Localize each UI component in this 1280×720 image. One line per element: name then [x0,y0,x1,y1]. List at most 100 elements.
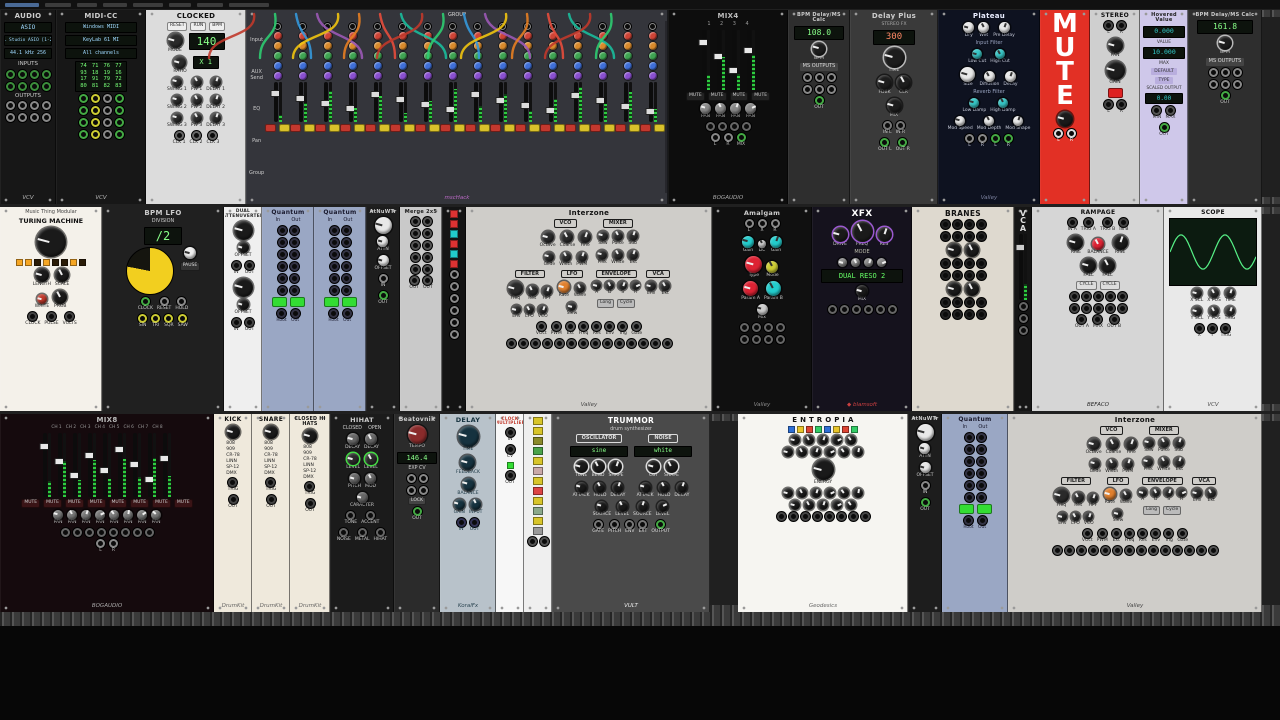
led[interactable] [43,259,50,267]
knob[interactable] [851,258,860,268]
led[interactable] [533,457,543,465]
channel-knob[interactable] [548,41,557,50]
channel-knob[interactable] [523,31,532,40]
led[interactable] [533,487,543,495]
knob[interactable] [538,305,548,315]
channel-knob[interactable] [373,71,382,80]
jack-port[interactable] [638,519,648,529]
knob[interactable] [612,230,623,241]
mixer-channel-strip[interactable] [340,22,366,191]
knob[interactable] [812,41,826,56]
knob[interactable] [303,429,317,444]
knob[interactable] [264,425,278,440]
jack-port[interactable] [1081,291,1091,301]
channel-knob[interactable] [273,51,282,60]
led[interactable] [833,426,840,434]
jack-port[interactable] [78,118,88,128]
jack-port[interactable] [814,96,824,106]
mute-button[interactable] [490,123,502,132]
indicator-button[interactable] [271,297,287,308]
fader[interactable] [99,433,111,498]
button[interactable]: RESET [167,22,188,31]
channel-knob[interactable] [298,71,307,80]
option-item[interactable]: DMX [303,475,313,480]
jack-port[interactable] [5,112,15,122]
channel-knob[interactable] [598,41,607,50]
jack-port[interactable] [618,322,628,332]
knob[interactable] [407,425,427,445]
channel-input-jack[interactable] [324,22,332,30]
jack-port[interactable] [1136,546,1146,556]
knob[interactable] [960,66,976,82]
menu-item[interactable] [5,2,39,7]
jack-port[interactable] [1082,529,1092,539]
led[interactable] [533,427,543,435]
quantum[interactable]: Quantum In Out Root Out [262,207,314,411]
jack-port[interactable] [412,507,422,517]
option-item[interactable]: 909 [303,451,312,456]
solo-button[interactable] [304,123,316,132]
fader-track[interactable] [270,81,282,122]
jack-port[interactable] [739,334,749,344]
channel-knob[interactable] [323,51,332,60]
jack-port[interactable] [84,527,94,537]
channel-knob[interactable] [573,61,582,70]
knob[interactable] [55,268,70,283]
jack-port[interactable] [744,218,754,228]
jack-port[interactable] [976,309,986,319]
channel-input-jack[interactable] [549,22,557,30]
led[interactable] [79,259,86,267]
jack-port[interactable] [763,334,773,344]
button[interactable]: Long [1143,506,1160,515]
knob[interactable] [832,227,848,243]
solo-button[interactable] [279,123,291,132]
jack-port[interactable] [159,297,169,307]
knob[interactable] [846,435,856,446]
channel-knob[interactable] [448,71,457,80]
solo-button[interactable] [329,123,341,132]
knob[interactable] [839,488,849,499]
jack-port[interactable] [1152,106,1162,116]
channel-knob[interactable] [423,31,432,40]
jack-port[interactable] [1112,546,1122,556]
jack-port[interactable] [329,250,339,260]
snare-drum[interactable]: SNARE 808 909 CR-78 LINN SP-12 DMX TRIG OUT DrumK… [252,414,290,612]
fader[interactable] [54,433,66,498]
led[interactable] [824,426,831,434]
jack-port[interactable] [964,270,974,280]
knob[interactable] [151,509,161,520]
jack-port[interactable] [231,317,241,327]
channel-input-jack[interactable] [499,22,507,30]
knob[interactable] [364,453,377,466]
knob[interactable] [561,230,574,243]
channel-fader[interactable] [445,81,457,122]
channel-knob[interactable] [573,71,582,80]
jack-port[interactable] [505,444,515,454]
jack-port[interactable] [329,274,339,284]
jack-port[interactable] [978,133,987,143]
channel-knob[interactable] [398,51,407,60]
fader[interactable] [129,433,141,498]
vca-strip[interactable]: VCA [1014,207,1032,411]
channel-knob[interactable] [523,41,532,50]
jack-port[interactable] [96,527,106,537]
menu-item[interactable] [169,2,191,7]
solo-button[interactable] [604,123,616,132]
knob[interactable] [1218,36,1232,51]
jack-port[interactable] [814,85,824,95]
jack-port[interactable] [277,238,287,248]
knob[interactable] [1087,493,1098,504]
jack-port[interactable] [976,270,986,280]
jack-port[interactable] [418,485,428,495]
knob[interactable] [171,112,182,123]
channel-knob[interactable] [273,41,282,50]
jack-port[interactable] [1076,546,1086,556]
option-item[interactable]: CR-78 [303,457,316,462]
jack-port[interactable] [410,265,420,275]
knob[interactable] [618,281,628,291]
knob[interactable] [730,102,741,114]
knob[interactable] [1174,456,1185,467]
trummor[interactable]: TRUMMOR drum synthesizer OSCILLATOR sine TUN… [552,414,710,612]
channel-knob[interactable] [298,61,307,70]
knob[interactable] [544,251,555,262]
